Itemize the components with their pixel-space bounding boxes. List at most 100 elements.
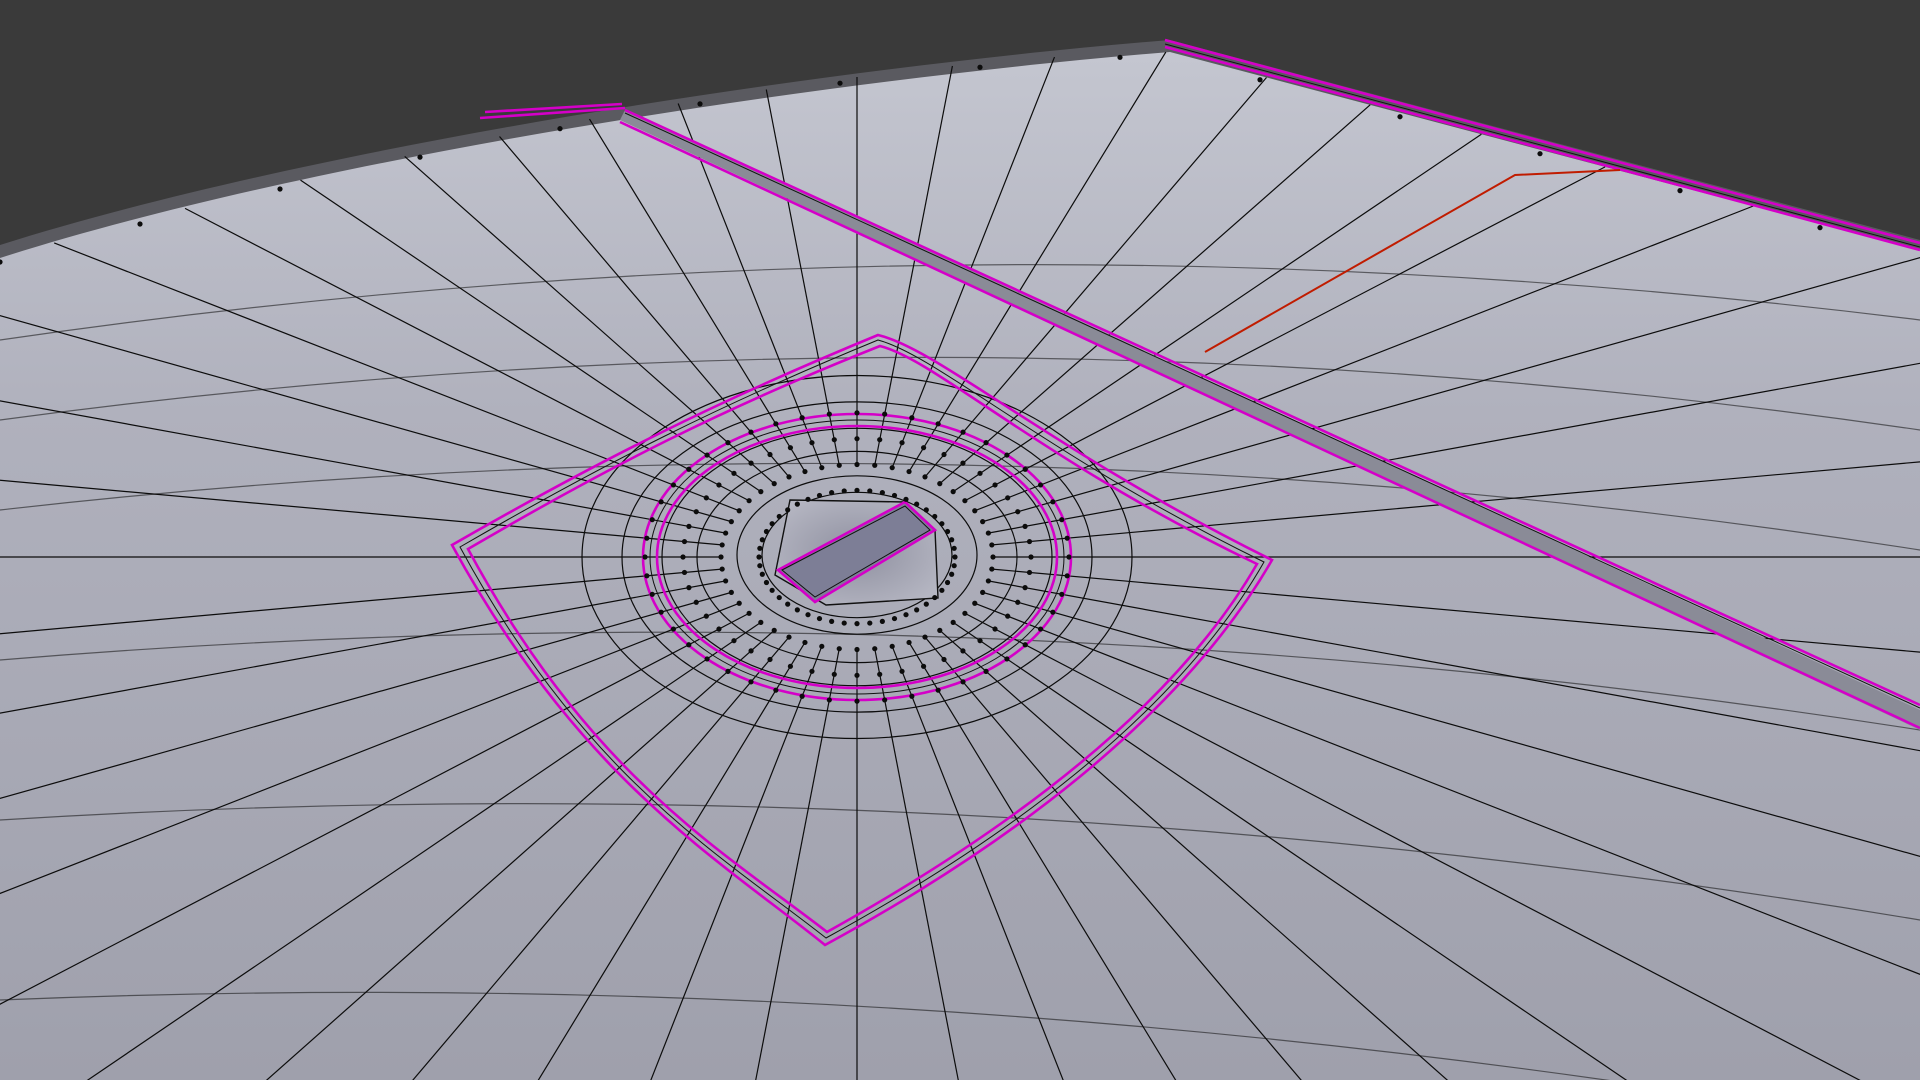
mesh-vertex [854, 410, 860, 416]
mesh-vertex [802, 639, 808, 646]
mesh-vertex [1037, 482, 1044, 488]
mesh-vertex [836, 646, 842, 652]
mesh-vertex [1677, 188, 1683, 194]
mesh-vertex [746, 498, 752, 504]
mesh-render[interactable] [0, 0, 1920, 1080]
mesh-vertex [758, 619, 764, 625]
mesh-vertex [137, 221, 143, 227]
mesh-surface[interactable] [0, 52, 1920, 1080]
mesh-vertex [756, 554, 762, 560]
mesh-vertex [944, 579, 951, 586]
mesh-vertex [972, 508, 978, 514]
mesh-vertex [920, 663, 927, 669]
mesh-vertex [787, 445, 794, 451]
mesh-vertex [686, 585, 692, 591]
mesh-vertex [703, 495, 709, 501]
mesh-vertex [891, 615, 898, 622]
mesh-vertex [980, 589, 986, 595]
mesh-vertex [960, 648, 966, 654]
mesh-vertex [829, 618, 835, 624]
mesh-vertex [819, 465, 825, 471]
mesh-vertex [914, 501, 920, 507]
mesh-vertex [809, 668, 815, 674]
mesh-vertex [1028, 554, 1034, 560]
mesh-vertex [773, 421, 779, 427]
mesh-vertex [819, 643, 825, 649]
mesh-vertex [1117, 54, 1123, 60]
mesh-vertex [728, 589, 734, 595]
mesh-vertex [939, 587, 945, 593]
mesh-vertex [950, 489, 956, 495]
mesh-vertex [1026, 569, 1033, 576]
mesh-vertex [841, 488, 847, 494]
mesh-vertex [992, 626, 998, 632]
mesh-vertex [932, 594, 938, 601]
mesh-vertex [748, 429, 754, 435]
mesh-vertex [977, 470, 983, 476]
mesh-vertex [771, 481, 777, 487]
mesh-vertex [877, 671, 883, 677]
mesh-vertex [748, 679, 754, 685]
mesh-vertex [960, 460, 966, 466]
mesh-vertex [1066, 554, 1072, 560]
mesh-vertex [1005, 613, 1011, 619]
mesh-vertex [903, 496, 909, 502]
mesh-vertex [799, 693, 805, 699]
mesh-vertex [736, 600, 742, 606]
mesh-vertex [769, 521, 775, 527]
mesh-vertex [950, 619, 956, 625]
mesh-vertex [889, 643, 895, 649]
mesh-vertex [985, 530, 991, 536]
mesh-vertex [937, 481, 943, 487]
mesh-vertex [658, 609, 664, 615]
mesh-vertex [944, 528, 951, 535]
mesh-vertex [693, 599, 699, 605]
mesh-vertex [794, 501, 800, 507]
mesh-vertex [899, 440, 905, 446]
mesh-vertex [941, 656, 947, 663]
mesh-vertex [1004, 452, 1010, 458]
mesh-vertex [1015, 599, 1021, 605]
mesh-vertex [1064, 573, 1070, 579]
mesh-vertex [763, 579, 770, 586]
mesh-vertex [922, 474, 928, 480]
mesh-vertex [872, 646, 878, 652]
mesh-vertex [831, 437, 837, 443]
mesh-vertex [1037, 626, 1044, 632]
mesh-vertex [1059, 517, 1065, 523]
mesh-vertex [693, 509, 699, 515]
3d-viewport[interactable] [0, 0, 1920, 1080]
mesh-vertex [949, 537, 955, 543]
mesh-vertex [935, 687, 941, 693]
mesh-vertex [906, 639, 912, 646]
mesh-vertex [977, 64, 983, 70]
mesh-vertex [277, 186, 283, 192]
mesh-vertex [816, 615, 823, 622]
mesh-vertex [990, 554, 996, 560]
mesh-vertex [680, 554, 686, 560]
mesh-vertex [951, 545, 957, 551]
mesh-vertex [836, 462, 842, 468]
mesh-vertex [763, 528, 770, 535]
mesh-vertex [809, 440, 815, 446]
mesh-vertex [802, 468, 808, 475]
mesh-vertex [681, 569, 688, 576]
mesh-vertex [759, 537, 765, 543]
mesh-vertex [899, 668, 905, 674]
mesh-vertex [736, 508, 742, 514]
mesh-vertex [649, 591, 655, 597]
mesh-vertex [686, 642, 692, 648]
mesh-vertex [983, 668, 989, 674]
mesh-vertex [854, 436, 860, 442]
mesh-vertex [1817, 225, 1823, 231]
mesh-vertex [748, 648, 754, 654]
mesh-vertex [877, 437, 883, 443]
mesh-vertex [704, 452, 710, 458]
mesh-vertex [799, 415, 805, 421]
rectangular-hole [774, 499, 939, 606]
mesh-vertex [962, 498, 968, 504]
mesh-vertex [1059, 591, 1065, 597]
mesh-vertex [716, 626, 722, 632]
mesh-vertex [983, 440, 989, 446]
mesh-vertex [786, 634, 792, 640]
